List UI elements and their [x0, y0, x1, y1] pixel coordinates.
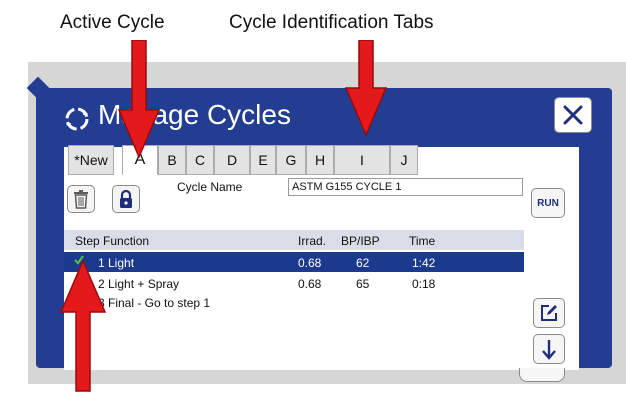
arrow-down-icon [542, 340, 556, 360]
cell-bp: 65 [356, 277, 370, 291]
tab-i[interactable]: I [334, 145, 390, 175]
table-row[interactable]: 1 Light 0.68 62 1:42 [64, 252, 524, 272]
edit-icon [541, 305, 557, 321]
cell-irrad: 0.68 [298, 256, 322, 270]
tab-c[interactable]: C [186, 145, 214, 175]
table-row[interactable]: 3 Final - Go to step 1 [64, 292, 524, 312]
scroll-tab[interactable] [519, 368, 565, 382]
tab-e[interactable]: E [250, 145, 276, 175]
move-down-button[interactable] [533, 334, 565, 364]
refresh-cycle-icon [65, 107, 89, 131]
close-icon [563, 105, 583, 125]
cell-bp: 62 [356, 256, 370, 270]
tab-d[interactable]: D [214, 145, 250, 175]
cycle-tabs-arrow [345, 40, 387, 136]
close-button[interactable] [554, 97, 592, 133]
tab-g[interactable]: G [276, 145, 306, 175]
annotation-cycle-tabs: Cycle Identification Tabs [229, 12, 434, 33]
annotation-active-cycle: Active Cycle [60, 12, 165, 33]
cell-irrad: 0.68 [298, 277, 322, 291]
header-irrad: Irrad. [298, 234, 327, 248]
lock-icon [120, 189, 132, 208]
delete-button[interactable] [67, 185, 95, 213]
cell-step: 3 Final - Go to step 1 [98, 296, 211, 310]
cell-time: 1:42 [412, 256, 436, 270]
tab-new[interactable]: *New [68, 145, 114, 175]
active-step-arrow [60, 260, 106, 392]
cycle-name-label: Cycle Name [177, 180, 243, 194]
tab-j[interactable]: J [390, 145, 418, 175]
header-bp-ibp: BP/IBP [341, 234, 380, 248]
lock-button[interactable] [112, 185, 140, 213]
cycle-name-input[interactable]: ASTM G155 CYCLE 1 [288, 178, 523, 196]
run-button[interactable]: RUN [531, 188, 565, 218]
trash-icon [74, 190, 88, 209]
table-row[interactable]: 2 Light + Spray 0.68 65 0:18 [64, 273, 524, 293]
header-step-function: Step Function [75, 234, 150, 248]
header-time: Time [409, 234, 436, 248]
tab-h[interactable]: H [306, 145, 334, 175]
tab-b[interactable]: B [158, 145, 186, 175]
edit-button[interactable] [533, 298, 565, 328]
active-cycle-arrow [118, 40, 160, 158]
cell-time: 0:18 [412, 277, 436, 291]
cell-step: 2 Light + Spray [98, 277, 180, 291]
